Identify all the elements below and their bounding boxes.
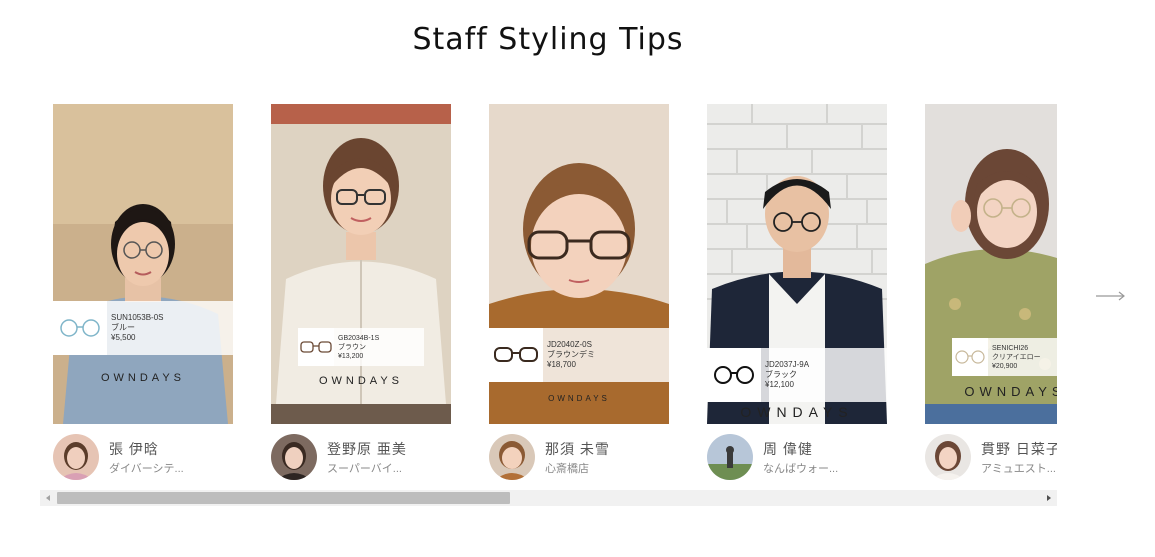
scroll-left-button[interactable] — [40, 490, 56, 506]
product-price: ¥13,200 — [338, 352, 364, 360]
staff-info[interactable]: 周 偉健 なんばウォー... — [707, 434, 887, 482]
product-color: ブラック — [765, 370, 797, 379]
product-code: JD2037J-9A — [765, 360, 810, 369]
brand-label: OWNDAYS — [740, 404, 854, 420]
glasses-icon — [300, 341, 332, 353]
product-color: ブラウン — [338, 343, 366, 351]
glasses-icon — [955, 350, 985, 364]
glasses-icon — [60, 319, 100, 337]
triangle-right-icon — [1047, 495, 1051, 501]
product-tag[interactable]: GB2034B-1S ブラウン ¥13,200 — [298, 328, 424, 366]
staff-shop: ダイバーシテ... — [109, 463, 184, 475]
avatar — [925, 434, 971, 480]
staff-name[interactable]: 那須 未雪 — [545, 439, 610, 459]
product-code: JD2040Z-0S — [547, 340, 592, 349]
next-arrow-button[interactable] — [1094, 286, 1128, 306]
scroll-thumb[interactable] — [57, 492, 510, 504]
staff-info[interactable]: 登野原 亜美 スーパーバイ... — [271, 434, 451, 482]
product-price: ¥18,700 — [547, 360, 576, 369]
staff-shop: アミュエスト... — [981, 463, 1056, 475]
staff-info[interactable]: 張 伊晗 ダイバーシテ... — [53, 434, 233, 482]
horizontal-scrollbar[interactable] — [40, 490, 1057, 506]
staff-shop: スーパーバイ... — [327, 463, 402, 475]
brand-label: OWNDAYS — [964, 384, 1057, 399]
staff-name[interactable]: 張 伊晗 — [109, 439, 159, 459]
product-tag[interactable]: SENICHI26 クリアイエロー ¥20,900 — [952, 338, 1057, 376]
product-color: ブラウンデミ — [547, 350, 595, 359]
staff-name[interactable]: 貫野 日菜子 — [981, 439, 1057, 459]
staff-card[interactable]: SUN1053B-0S ブルー ¥5,500 OWNDAYS 張 伊晗 ダイバー… — [53, 104, 233, 484]
section-title: Staff Styling Tips — [412, 22, 684, 57]
staff-shop: 心斎橋店 — [545, 463, 589, 475]
staff-info[interactable]: 那須 未雪 心斎橋店 — [489, 434, 669, 482]
staff-shop: なんばウォー... — [763, 463, 839, 475]
product-tag[interactable]: SUN1053B-0S ブルー ¥5,500 — [53, 301, 233, 355]
avatar — [53, 434, 99, 480]
staff-info[interactable]: 貫野 日菜子 アミュエスト... — [925, 434, 1057, 482]
product-tag[interactable]: JD2040Z-0S ブラウンデミ ¥18,700 — [489, 328, 669, 382]
product-code: SENICHI26 — [992, 344, 1029, 352]
product-price: ¥20,900 — [992, 362, 1018, 370]
product-code: GB2034B-1S — [338, 334, 380, 342]
product-code: SUN1053B-0S — [111, 313, 164, 322]
product-tag[interactable]: JD2037J-9A ブラック ¥12,100 — [707, 348, 887, 402]
arrow-right-icon — [1096, 291, 1125, 301]
avatar — [271, 434, 317, 480]
avatar — [489, 434, 535, 480]
glasses-icon — [494, 347, 538, 362]
product-color: ブルー — [111, 323, 135, 332]
brand-label: OWNDAYS — [318, 375, 404, 387]
glasses-icon — [714, 366, 754, 384]
staff-card[interactable]: JD2037J-9A ブラック ¥12,100 OWNDAYS 周 偉健 なんば… — [707, 104, 887, 484]
staff-name[interactable]: 登野原 亜美 — [327, 439, 407, 459]
staff-name[interactable]: 周 偉健 — [763, 439, 813, 459]
staff-card[interactable]: JD2040Z-0S ブラウンデミ ¥18,700 OWNDAYS 那須 未雪 … — [489, 104, 669, 484]
staff-photo[interactable] — [925, 104, 1057, 424]
scroll-right-button[interactable] — [1041, 490, 1057, 506]
product-price: ¥12,100 — [765, 380, 794, 389]
brand-label: OWNDAYS — [548, 394, 610, 403]
product-price: ¥5,500 — [111, 333, 136, 342]
staff-carousel[interactable]: SUN1053B-0S ブルー ¥5,500 OWNDAYS 張 伊晗 ダイバー… — [40, 104, 1057, 494]
staff-card[interactable]: GB2034B-1S ブラウン ¥13,200 OWNDAYS 登野原 亜美 ス… — [271, 104, 451, 484]
product-color: クリアイエロー — [992, 353, 1041, 361]
brand-label: OWNDAYS — [100, 372, 186, 384]
staff-card[interactable]: SENICHI26 クリアイエロー ¥20,900 OWNDAYS 貫野 日菜子… — [925, 104, 1057, 484]
triangle-left-icon — [46, 495, 50, 501]
avatar — [707, 434, 753, 480]
